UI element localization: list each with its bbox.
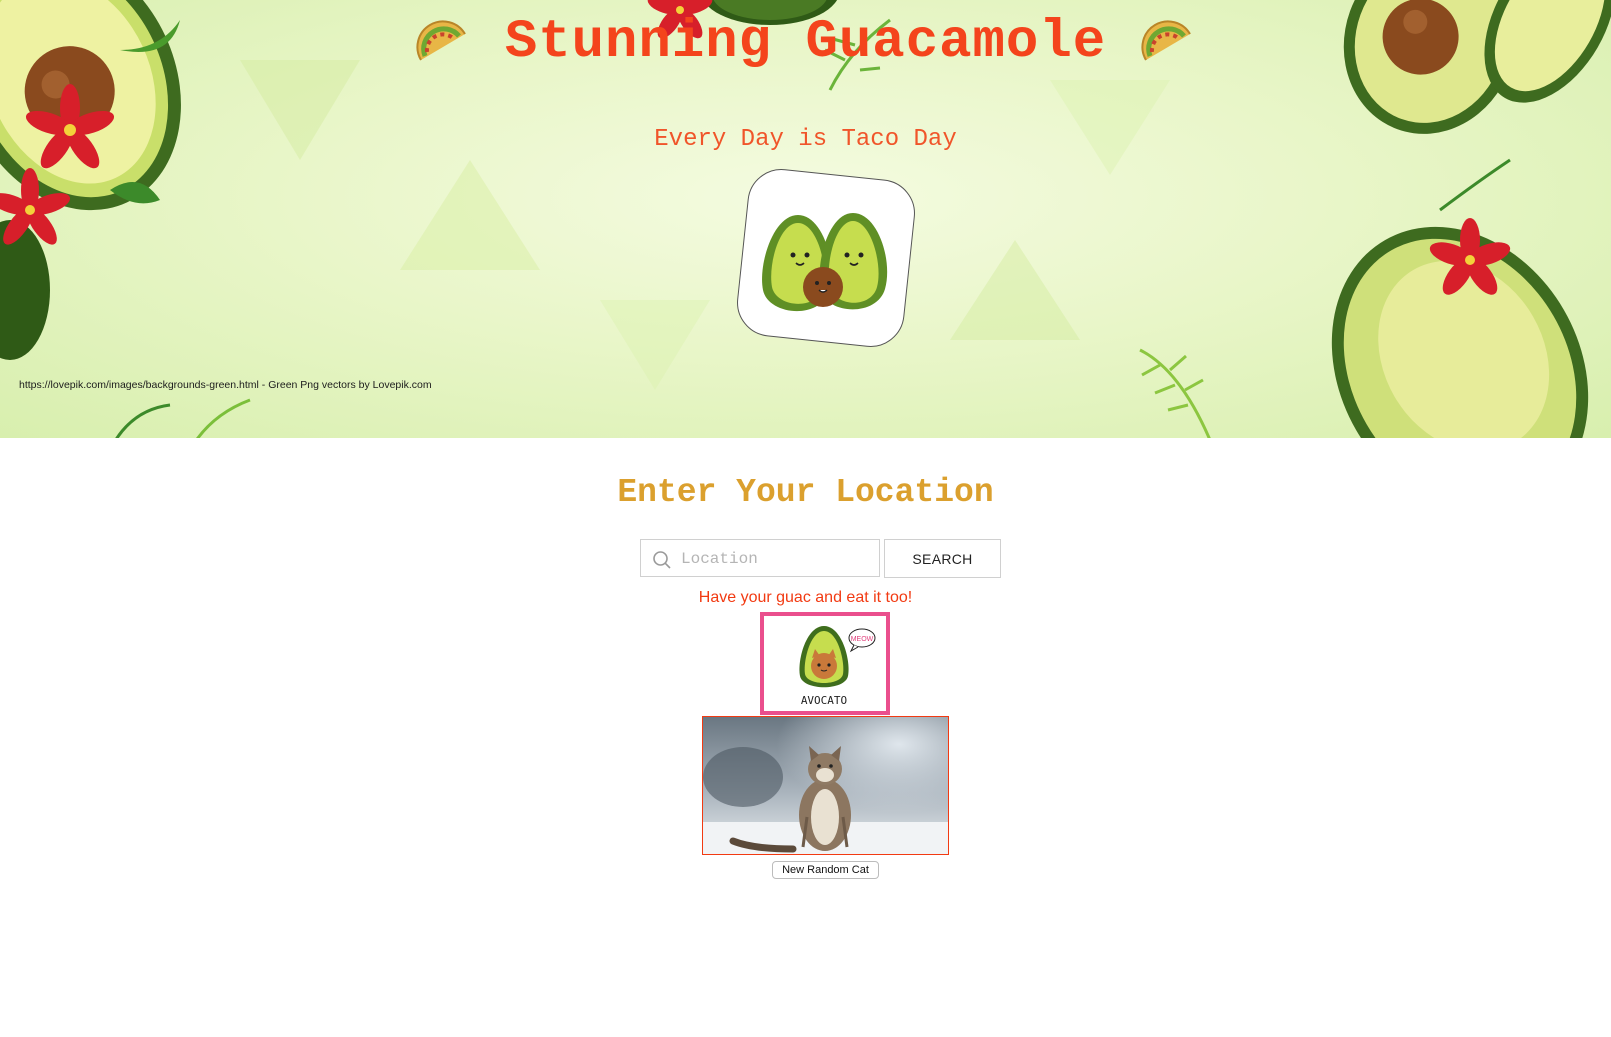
hero-banner: Stunning Guacamole Every Day is Taco Day bbox=[0, 0, 1611, 438]
avocado-couple-icon bbox=[733, 165, 919, 351]
tagline: Every Day is Taco Day bbox=[654, 126, 957, 153]
taco-icon bbox=[1141, 19, 1192, 61]
leaf-decoration bbox=[115, 398, 251, 438]
triangle-pattern bbox=[400, 160, 540, 270]
location-input[interactable] bbox=[679, 540, 878, 578]
triangle-pattern bbox=[600, 300, 710, 390]
search-field[interactable] bbox=[640, 539, 880, 578]
leaf-decoration bbox=[1139, 348, 1211, 438]
image-credit: https://lovepik.com/images/backgrounds-g… bbox=[19, 379, 432, 391]
triangle-pattern bbox=[950, 240, 1080, 340]
avocato-caption: AVOCATO bbox=[801, 694, 847, 707]
new-random-cat-button[interactable]: New Random Cat bbox=[772, 861, 879, 879]
search-icon bbox=[653, 551, 671, 569]
title-row: Stunning Guacamole bbox=[0, 12, 1611, 73]
taco-icon bbox=[416, 19, 466, 61]
random-cat-image bbox=[702, 716, 949, 855]
promo-text: Have your guac and eat it too! bbox=[698, 589, 913, 606]
page-title: Stunning Guacamole bbox=[504, 12, 1107, 73]
avocato-bubble-text: MEOW bbox=[851, 636, 874, 643]
search-button[interactable]: SEARCH bbox=[884, 539, 1001, 578]
avocato-image: MEOW AVOCATO bbox=[760, 612, 890, 715]
location-heading: Enter Your Location bbox=[617, 474, 994, 511]
